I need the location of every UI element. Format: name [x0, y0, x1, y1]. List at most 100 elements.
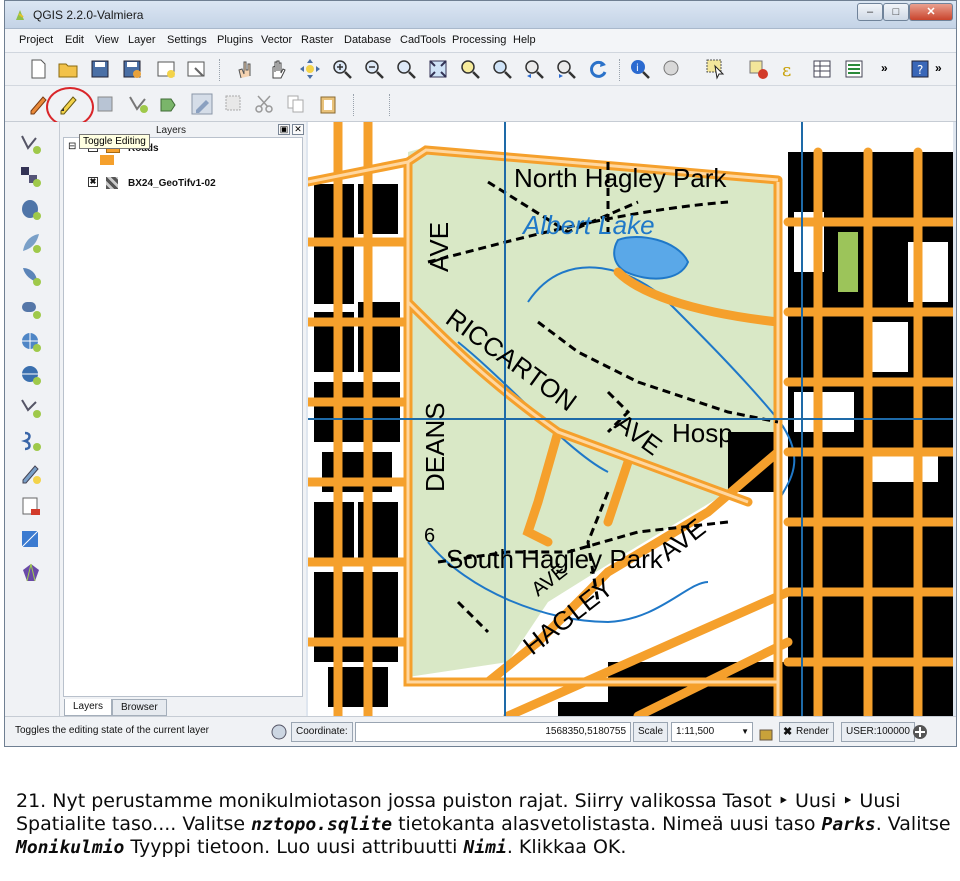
qgis-window: QGIS 2.2.0-Valmiera – □ ✕ Project Edit V… [4, 0, 957, 747]
zoom-full-icon[interactable] [427, 58, 449, 80]
new-shapefile-layer-icon[interactable] [19, 462, 43, 486]
toggle-extents-icon[interactable] [270, 723, 288, 741]
add-wms-layer-icon[interactable] [19, 330, 43, 354]
menu-raster[interactable]: Raster [301, 34, 333, 46]
add-wcs-layer-icon[interactable] [19, 363, 43, 387]
paste-features-icon[interactable] [317, 93, 339, 115]
instruction-part: tietokanta alasvetolistasta. Nimeä uusi … [392, 813, 822, 835]
zoom-out-icon[interactable] [363, 58, 385, 80]
new-temporary-layer-icon[interactable] [19, 528, 43, 552]
toggle-editing-tooltip: Toggle Editing [79, 134, 150, 149]
status-bar: Toggles the editing state of the current… [5, 716, 956, 746]
copy-features-icon[interactable] [285, 93, 307, 115]
menu-help[interactable]: Help [513, 34, 536, 46]
zoom-in-icon[interactable] [331, 58, 353, 80]
add-feature-icon[interactable] [127, 93, 149, 115]
save-as-icon[interactable] [121, 58, 143, 80]
new-print-composer-icon[interactable] [155, 58, 177, 80]
zoom-to-selection-icon[interactable] [459, 58, 481, 80]
instruction-part: . Valitse [875, 813, 951, 835]
layer-row-raster[interactable]: ✖ BX24_GeoTifv1-02 [68, 176, 268, 192]
menu-settings[interactable]: Settings [167, 34, 207, 46]
tab-layers[interactable]: Layers [64, 699, 113, 716]
map-tips-icon[interactable] [661, 58, 683, 80]
refresh-icon[interactable] [587, 58, 609, 80]
minimize-button[interactable]: – [857, 3, 883, 21]
add-raster-layer-icon[interactable] [19, 165, 43, 189]
layers-tree: ⊟ ✖ Roads ✖ BX24_GeoTifv1-02 [63, 137, 303, 697]
add-vector-layer-icon[interactable] [19, 132, 43, 156]
database-name: nztopo.sqlite [251, 814, 393, 835]
zoom-to-layer-icon[interactable] [491, 58, 513, 80]
add-postgis-layer-icon[interactable] [19, 198, 43, 222]
scale-label: Scale [633, 722, 669, 742]
help-icon[interactable]: ? [909, 58, 931, 80]
menu-plugins[interactable]: Plugins [217, 34, 253, 46]
coordinate-input[interactable]: 1568350,5180755 [355, 722, 631, 742]
delete-selected-icon[interactable] [223, 93, 245, 115]
toolbar-overflow-icon[interactable]: » [881, 61, 888, 75]
scale-value: 1:11,500 [676, 726, 715, 737]
add-delimited-text-layer-icon[interactable] [19, 429, 43, 453]
geometry-type: Monikulmio [16, 837, 125, 858]
zoom-last-icon[interactable] [523, 58, 545, 80]
crs-button[interactable]: USER:100000 [841, 722, 915, 742]
composer-manager-icon[interactable] [185, 58, 207, 80]
chevron-down-icon[interactable]: ▼ [741, 723, 749, 741]
tab-browser[interactable]: Browser [112, 699, 167, 716]
coordinate-label: Coordinate: [291, 722, 353, 742]
zoom-next-icon[interactable] [555, 58, 577, 80]
new-project-icon[interactable] [27, 58, 49, 80]
menu-processing[interactable]: Processing [452, 34, 506, 46]
menu-database[interactable]: Database [344, 34, 391, 46]
attribute-table-icon[interactable] [811, 58, 833, 80]
manage-layers-toolbar [5, 122, 60, 716]
remove-layer-icon[interactable] [19, 561, 43, 585]
instruction-part: . Klikkaa OK. [506, 836, 627, 858]
touch-zoom-icon[interactable] [233, 58, 255, 80]
scale-combo[interactable]: 1:11,500 ▼ [671, 722, 753, 742]
float-panel-button[interactable]: ▣ [278, 124, 290, 135]
pan-to-selection-icon[interactable] [299, 58, 321, 80]
pan-map-icon[interactable] [267, 58, 289, 80]
add-mssql-layer-icon[interactable] [19, 264, 43, 288]
zoom-native-resolution-icon[interactable] [395, 58, 417, 80]
expression-select-icon[interactable]: ε [779, 58, 801, 80]
select-features-icon[interactable] [705, 58, 727, 80]
layers-panel-title: Layers [156, 125, 187, 136]
panel-tabs: Layers Browser [60, 699, 306, 716]
add-spatialite-layer-icon[interactable] [19, 231, 43, 255]
menu-view[interactable]: View [95, 34, 119, 46]
map-canvas[interactable]: North Hagley Park Albert Lake AVE RICCAR… [308, 122, 953, 716]
menu-edit[interactable]: Edit [65, 34, 84, 46]
save-layer-edits-icon[interactable] [95, 93, 117, 115]
instruction-text: 21. Nyt perustamme monikulmiotason jossa… [16, 790, 956, 859]
close-panel-button[interactable]: ✕ [292, 124, 304, 135]
node-tool-icon[interactable] [191, 93, 213, 115]
rotation-lock-icon[interactable] [757, 724, 775, 742]
add-wfs-layer-icon[interactable] [19, 396, 43, 420]
add-oracle-layer-icon[interactable] [19, 297, 43, 321]
menu-project[interactable]: Project [19, 34, 53, 46]
svg-text:i: i [636, 63, 639, 74]
collapse-icon[interactable]: ⊟ [68, 141, 76, 152]
move-feature-icon[interactable] [157, 93, 179, 115]
layer-name: Parks [821, 814, 876, 835]
menu-layer[interactable]: Layer [128, 34, 156, 46]
menu-vector[interactable]: Vector [261, 34, 292, 46]
close-button[interactable]: ✕ [909, 3, 953, 21]
messages-icon[interactable] [911, 723, 929, 741]
save-project-icon[interactable] [89, 58, 111, 80]
identify-features-icon[interactable]: i [629, 58, 651, 80]
render-toggle[interactable]: ✖ Render [779, 722, 834, 742]
field-calculator-icon[interactable] [843, 58, 865, 80]
maximize-button[interactable]: □ [883, 3, 909, 21]
toolbar-overflow-icon[interactable]: » [935, 61, 942, 75]
new-spatialite-layer-icon[interactable] [19, 495, 43, 519]
layer-visibility-checkbox[interactable]: ✖ [88, 177, 98, 187]
cut-features-icon[interactable] [253, 93, 275, 115]
open-project-icon[interactable] [57, 58, 79, 80]
menu-cadtools[interactable]: CadTools [400, 34, 446, 46]
topographic-map[interactable]: North Hagley Park Albert Lake AVE RICCAR… [308, 122, 953, 716]
deselect-features-icon[interactable] [747, 58, 769, 80]
